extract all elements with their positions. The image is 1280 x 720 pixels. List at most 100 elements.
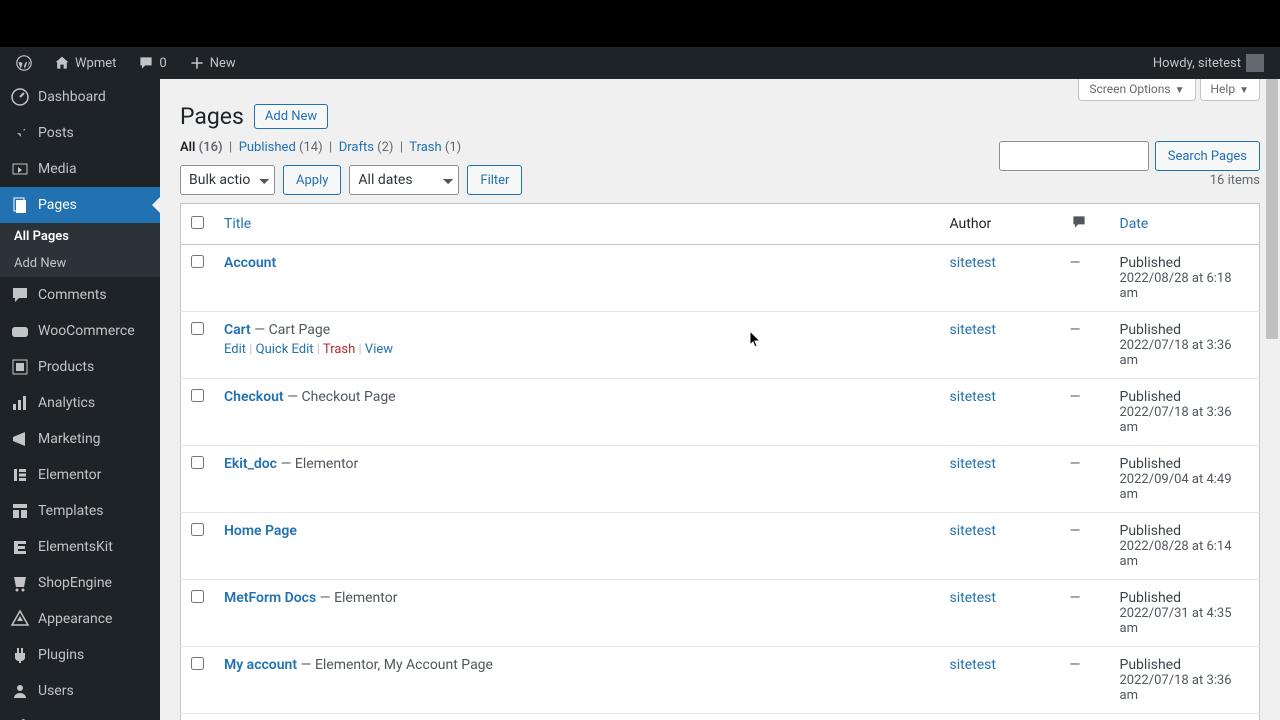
row-checkbox[interactable]: [191, 657, 204, 670]
row-checkbox[interactable]: [191, 523, 204, 536]
sidebar-item-label: Media: [38, 161, 77, 177]
sidebar-item-woocommerce[interactable]: WooCommerce: [0, 313, 160, 349]
pin-icon: [10, 123, 30, 143]
sidebar-item-users[interactable]: Users: [0, 673, 160, 709]
sidebar-item-plugins[interactable]: Plugins: [0, 637, 160, 673]
scrollbar-thumb[interactable]: [1266, 79, 1278, 339]
page-title: Pages: [180, 103, 244, 130]
analytics-icon: [10, 393, 30, 413]
author-link[interactable]: sitetest: [950, 523, 996, 539]
page-title-suffix: — Cart Page: [251, 322, 330, 338]
users-icon: [10, 681, 30, 701]
page-title-link[interactable]: Checkout: [224, 389, 284, 405]
column-author[interactable]: Author: [940, 204, 1060, 245]
new-label: New: [210, 56, 236, 71]
sidebar-item-label: Elementor: [38, 467, 101, 483]
date-text: 2022/08/28 at 6:14 am: [1120, 539, 1250, 569]
table-row: Checkout — Checkout Pagesitetest—Publish…: [181, 379, 1260, 446]
ekit-icon: [10, 537, 30, 557]
sidebar-item-tools[interactable]: Tools: [0, 709, 160, 720]
sidebar-item-label: Posts: [38, 125, 74, 141]
author-link[interactable]: sitetest: [950, 657, 996, 673]
select-all-checkbox[interactable]: [191, 216, 204, 229]
search-button[interactable]: Search Pages: [1155, 141, 1260, 171]
page-title-link[interactable]: MetForm Docs: [224, 590, 316, 606]
comments-cell: —: [1060, 446, 1110, 513]
sidebar-item-elementskit[interactable]: ElementsKit: [0, 529, 160, 565]
filter-drafts[interactable]: Drafts (2): [339, 140, 394, 155]
my-account[interactable]: Howdy, sitetest: [1145, 47, 1272, 79]
add-new-button[interactable]: Add New: [254, 104, 328, 129]
author-link[interactable]: sitetest: [950, 255, 996, 271]
submenu-add-new[interactable]: Add New: [0, 250, 160, 277]
page-title-link[interactable]: Account: [224, 255, 276, 271]
sidebar-item-pages[interactable]: Pages: [0, 187, 160, 223]
new-link[interactable]: New: [181, 47, 244, 79]
column-title[interactable]: Title: [214, 204, 940, 245]
sidebar-item-shopengine[interactable]: ShopEngine: [0, 565, 160, 601]
filter-trash[interactable]: Trash (1): [409, 140, 461, 155]
view-link[interactable]: View: [365, 342, 393, 357]
date-text: 2022/08/28 at 6:18 am: [1120, 271, 1250, 301]
site-name-link[interactable]: Wpmet: [46, 47, 124, 79]
sidebar-item-comments[interactable]: Comments: [0, 277, 160, 313]
bulk-actions-select[interactable]: Bulk actions: [180, 165, 275, 195]
help-button[interactable]: Help▼: [1200, 79, 1261, 101]
sidebar-item-products[interactable]: Products: [0, 349, 160, 385]
trash-link[interactable]: Trash: [323, 342, 355, 357]
submenu-all-pages[interactable]: All Pages: [0, 223, 160, 250]
media-icon: [10, 159, 30, 179]
howdy-text: Howdy, sitetest: [1153, 56, 1241, 71]
scrollbar[interactable]: [1264, 79, 1280, 720]
status-text: Published: [1120, 322, 1250, 338]
row-checkbox[interactable]: [191, 389, 204, 402]
table-row: My account — Elementor, My Account Pages…: [181, 647, 1260, 714]
author-link[interactable]: sitetest: [950, 389, 996, 405]
sidebar-item-dashboard[interactable]: Dashboard: [0, 79, 160, 115]
products-icon: [10, 357, 30, 377]
screen-options-button[interactable]: Screen Options▼: [1078, 79, 1195, 101]
sidebar-item-elementor[interactable]: Elementor: [0, 457, 160, 493]
page-title-suffix: — Elementor: [277, 456, 358, 472]
comments-cell: —: [1060, 245, 1110, 312]
page-title-link[interactable]: Cart: [224, 322, 251, 338]
edit-link[interactable]: Edit: [224, 342, 246, 357]
page-title-link[interactable]: Ekit_doc: [224, 456, 277, 472]
sidebar-item-label: Users: [38, 683, 74, 699]
sidebar-item-label: Dashboard: [38, 89, 106, 105]
comments-link[interactable]: 0: [130, 47, 174, 79]
sidebar-item-appearance[interactable]: Appearance: [0, 601, 160, 637]
search-input[interactable]: [999, 141, 1149, 171]
author-link[interactable]: sitetest: [950, 590, 996, 606]
row-checkbox[interactable]: [191, 456, 204, 469]
status-text: Published: [1120, 456, 1250, 472]
sidebar-item-analytics[interactable]: Analytics: [0, 385, 160, 421]
dates-select[interactable]: All dates: [349, 165, 459, 195]
quick-edit-link[interactable]: Quick Edit: [256, 342, 314, 357]
row-checkbox[interactable]: [191, 590, 204, 603]
row-checkbox[interactable]: [191, 255, 204, 268]
row-checkbox[interactable]: [191, 322, 204, 335]
wp-logo[interactable]: [8, 47, 40, 79]
sidebar-item-templates[interactable]: Templates: [0, 493, 160, 529]
sidebar-item-marketing[interactable]: Marketing: [0, 421, 160, 457]
date-text: 2022/07/18 at 3:36 am: [1120, 673, 1250, 703]
sidebar-item-label: ElementsKit: [38, 539, 113, 555]
filter-button[interactable]: Filter: [467, 165, 522, 195]
home-icon: [54, 55, 70, 71]
filter-published[interactable]: Published (14): [239, 140, 323, 155]
sidebar-item-posts[interactable]: Posts: [0, 115, 160, 151]
status-text: Published: [1120, 255, 1250, 271]
filter-all[interactable]: All (16): [180, 140, 223, 155]
sidebar-item-label: WooCommerce: [38, 323, 135, 339]
shopengine-icon: [10, 573, 30, 593]
plus-icon: [189, 55, 205, 71]
page-title-link[interactable]: My account: [224, 657, 297, 673]
author-link[interactable]: sitetest: [950, 456, 996, 472]
author-link[interactable]: sitetest: [950, 322, 996, 338]
column-comments[interactable]: [1060, 204, 1110, 245]
apply-button[interactable]: Apply: [283, 165, 341, 195]
sidebar-item-media[interactable]: Media: [0, 151, 160, 187]
page-title-link[interactable]: Home Page: [224, 523, 297, 539]
column-date[interactable]: Date: [1110, 204, 1260, 245]
